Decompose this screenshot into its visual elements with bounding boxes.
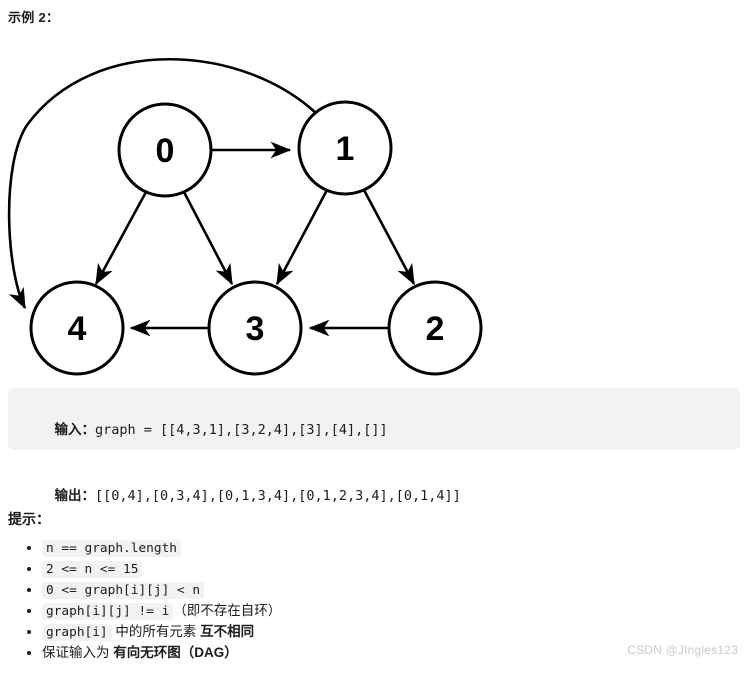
graph-node-0: 0 <box>117 102 213 198</box>
hints-list: n == graph.length 2 <= n <= 15 0 <= grap… <box>14 538 542 663</box>
output-value: [[0,4],[0,3,4],[0,1,3,4],[0,1,2,3,4],[0,… <box>95 488 461 504</box>
graph-svg: 0 1 2 3 4 <box>7 57 483 376</box>
node-label-4: 4 <box>68 310 87 348</box>
hint-text: （即不存在自环） <box>173 603 282 618</box>
hint-text: 保证输入为 <box>42 645 114 660</box>
node-label-1: 1 <box>336 130 355 168</box>
hint-code: 0 <= graph[i][j] < n <box>42 582 205 599</box>
node-label-2: 2 <box>426 310 445 348</box>
list-item: graph[i][j] != i （即不存在自环） <box>27 601 542 622</box>
hint-bold: 有向无环图（DAG） <box>113 645 238 660</box>
edge-1-to-2 <box>362 189 416 286</box>
list-item: 保证输入为 有向无环图（DAG） <box>27 643 542 663</box>
output-label: 输出： <box>54 488 96 503</box>
input-label: 输入： <box>54 422 96 437</box>
list-item: graph[i] 中的所有元素 互不相同 <box>27 622 542 643</box>
graph-node-4: 4 <box>29 280 125 376</box>
hint-bold: 互不相同 <box>200 624 255 639</box>
hint-code: 2 <= n <= 15 <box>42 561 143 578</box>
csdn-watermark: CSDN @JIngles123 <box>627 643 738 657</box>
hints-heading: 提示： <box>8 511 50 527</box>
list-item: 0 <= graph[i][j] < n <box>27 580 542 601</box>
hint-code: n == graph.length <box>42 540 181 557</box>
graph-node-2: 2 <box>387 280 483 376</box>
edge-0-to-3 <box>182 191 234 286</box>
edge-0-to-4 <box>94 191 148 286</box>
graph-node-3: 3 <box>207 280 303 376</box>
list-item: 2 <= n <= 15 <box>27 559 542 580</box>
input-line: 输入：graph = [[4,3,1],[3,2,4],[3],[4],[]] <box>22 397 726 463</box>
graph-diagram: 0 1 2 3 4 <box>0 20 520 390</box>
hint-text: 中的所有元素 <box>111 624 201 639</box>
output-line: 输出：[[0,4],[0,3,4],[0,1,3,4],[0,1,2,3,4],… <box>22 463 726 529</box>
list-item: n == graph.length <box>27 538 542 559</box>
hint-code: graph[i][j] != i <box>42 603 174 620</box>
input-value: graph = [[4,3,1],[3,2,4],[3],[4],[]] <box>95 422 388 438</box>
edge-1-to-3 <box>275 189 329 286</box>
node-label-0: 0 <box>156 132 175 170</box>
node-label-3: 3 <box>246 310 265 348</box>
hint-code: graph[i] <box>42 624 112 641</box>
graph-node-1: 1 <box>297 100 393 196</box>
example-io-block: 输入：graph = [[4,3,1],[3,2,4],[3],[4],[]] … <box>8 388 740 504</box>
